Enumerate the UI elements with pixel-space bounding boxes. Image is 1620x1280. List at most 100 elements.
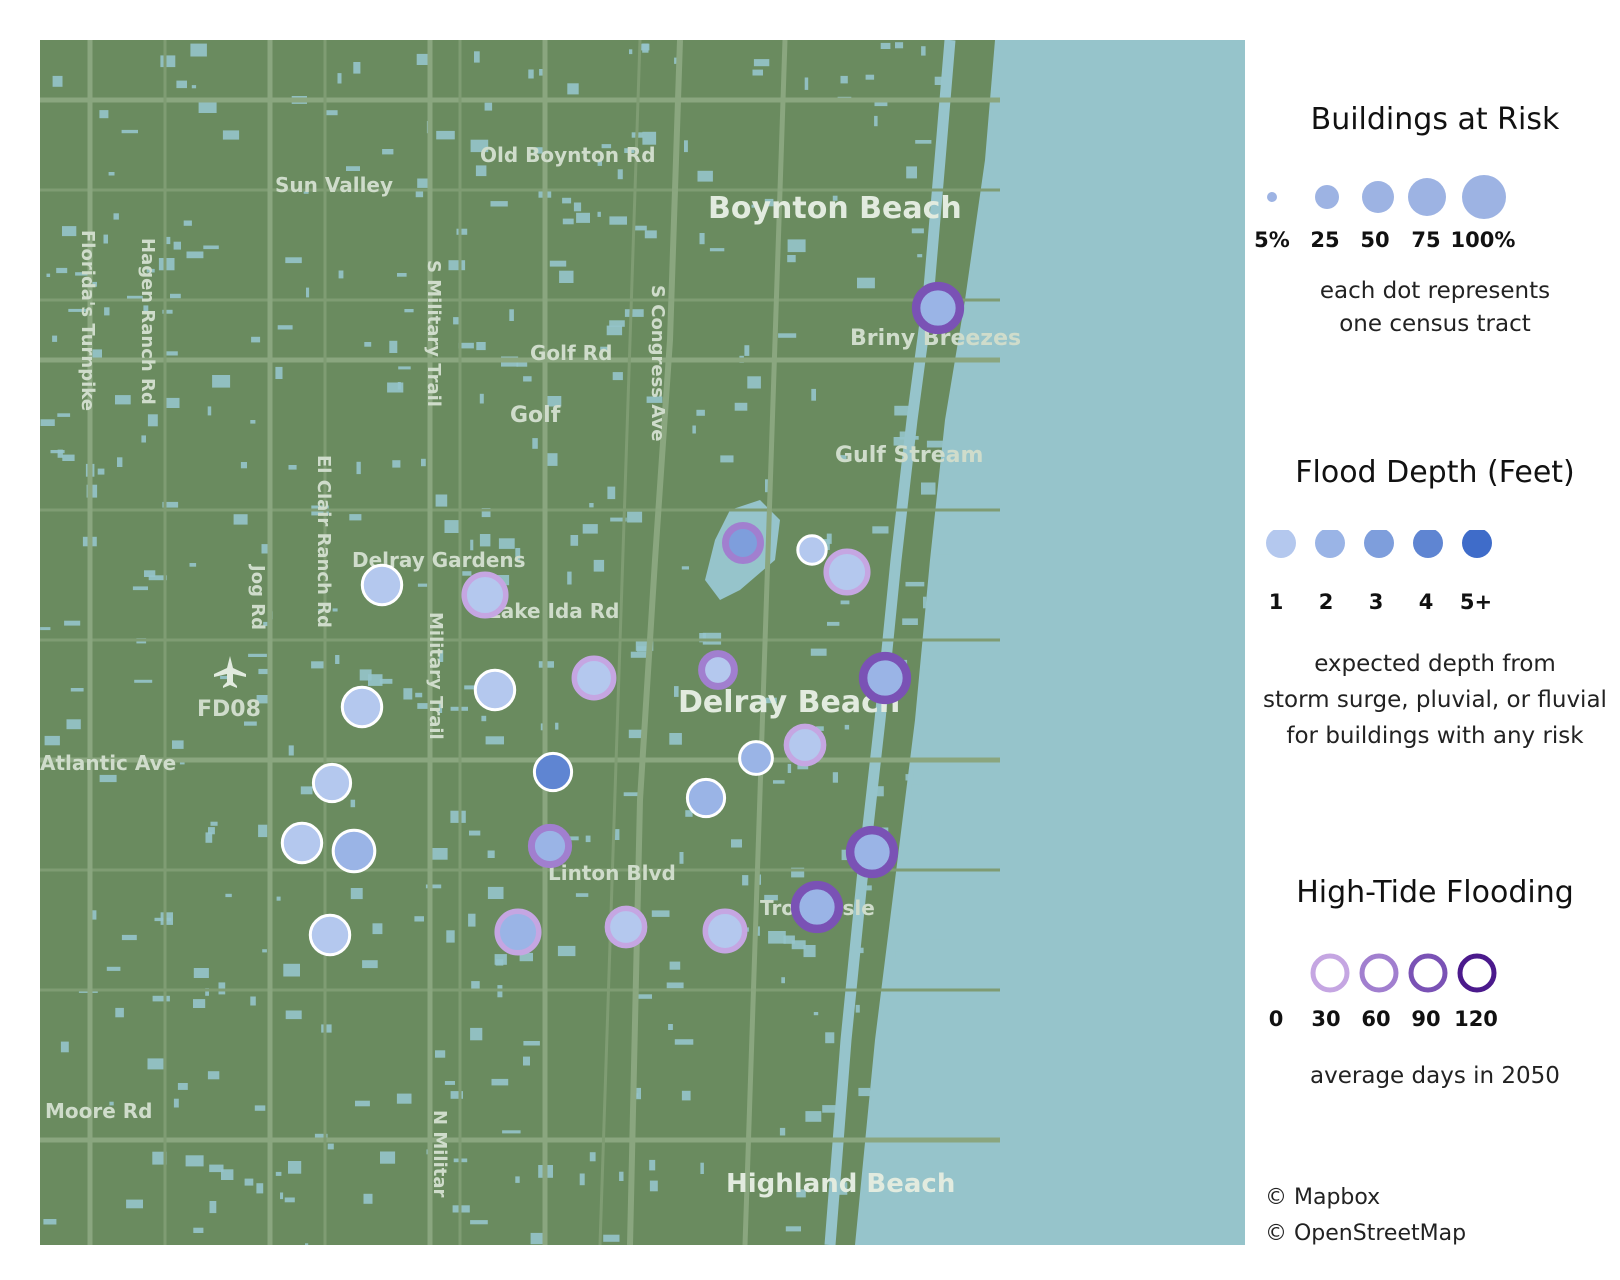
water-body	[275, 366, 283, 379]
census-tract-marker[interactable]	[702, 908, 748, 954]
map-label-road: Hagen Ranch Rd	[137, 238, 158, 405]
census-tract-marker[interactable]	[738, 740, 774, 776]
water-body	[338, 270, 344, 279]
water-body	[855, 1004, 860, 1013]
water-body	[66, 719, 81, 730]
water-body	[912, 1069, 916, 1082]
water-body	[559, 270, 574, 283]
water-body	[562, 218, 574, 225]
water-body	[288, 465, 297, 470]
census-tract-marker[interactable]	[796, 534, 828, 566]
tide-legend-ring	[1359, 953, 1399, 993]
water-body	[132, 586, 148, 591]
census-tract-marker[interactable]	[698, 650, 738, 690]
water-body	[40, 627, 51, 631]
water-body	[567, 571, 572, 585]
water-body	[414, 916, 424, 922]
water-body	[147, 414, 158, 427]
census-tract-marker[interactable]	[858, 651, 912, 705]
water-body	[185, 1155, 204, 1167]
map-label-place: Gulf Stream	[835, 443, 983, 468]
water-body	[832, 772, 838, 783]
water-body	[778, 333, 797, 338]
depth-legend-label-5plus: 5+	[1459, 590, 1493, 614]
water-body	[576, 212, 590, 223]
water-body	[684, 140, 688, 153]
risk-legend-dot	[1408, 178, 1446, 216]
water-body	[173, 241, 181, 250]
water-body	[190, 43, 207, 57]
census-tract-marker[interactable]	[527, 823, 573, 869]
water-body	[734, 402, 748, 411]
water-body	[327, 1143, 334, 1150]
census-tract-marker[interactable]	[473, 668, 517, 712]
water-body	[921, 814, 932, 822]
census-tract-marker[interactable]	[783, 723, 827, 767]
water-body	[479, 393, 484, 404]
census-tract-marker[interactable]	[532, 751, 574, 793]
water-body	[306, 287, 310, 298]
water-body	[276, 896, 281, 901]
mapbox-credit[interactable]: © Mapbox	[1265, 1180, 1466, 1216]
census-tract-marker[interactable]	[722, 522, 764, 564]
census-tract-marker[interactable]	[685, 777, 727, 819]
water-body	[62, 226, 77, 237]
water-body	[389, 340, 398, 353]
water-body	[575, 893, 589, 897]
water-body	[597, 211, 601, 217]
census-tract-marker[interactable]	[571, 655, 617, 701]
water-body	[585, 835, 591, 843]
census-tract-marker[interactable]	[790, 880, 844, 934]
water-body	[207, 1071, 220, 1080]
depth-legend-dot	[1462, 530, 1492, 558]
water-body	[203, 245, 219, 250]
water-body	[840, 600, 850, 605]
census-tract-marker[interactable]	[604, 905, 648, 949]
water-body	[285, 257, 302, 264]
water-body	[528, 69, 534, 79]
water-body	[62, 454, 75, 461]
census-tract-marker[interactable]	[911, 281, 965, 335]
map-label-road: Linton Blvd	[548, 861, 676, 885]
water-body	[305, 1243, 309, 1245]
census-tract-marker[interactable]	[280, 821, 324, 865]
water-body	[106, 966, 121, 971]
water-body	[40, 419, 55, 426]
water-body	[368, 674, 383, 686]
water-body	[356, 461, 361, 475]
census-tract-marker[interactable]	[845, 825, 899, 879]
water-body	[141, 435, 146, 443]
water-body	[363, 1193, 373, 1204]
osm-credit[interactable]: © OpenStreetMap	[1265, 1216, 1466, 1252]
census-tract-marker[interactable]	[823, 548, 871, 596]
water-body	[57, 413, 71, 417]
census-tract-marker[interactable]	[494, 908, 542, 956]
census-tract-marker[interactable]	[311, 762, 353, 804]
census-tract-marker[interactable]	[331, 828, 377, 874]
water-body	[485, 736, 504, 745]
water-body	[186, 251, 204, 259]
water-body	[555, 722, 559, 730]
water-body	[258, 824, 268, 838]
water-body	[681, 1090, 691, 1101]
water-body	[895, 42, 904, 49]
census-tract-marker[interactable]	[340, 685, 384, 729]
water-body	[470, 1220, 488, 1225]
census-tract-marker[interactable]	[360, 563, 404, 607]
water-body	[567, 83, 579, 95]
water-body	[355, 1100, 370, 1107]
census-tract-marker[interactable]	[308, 913, 352, 957]
census-tract-marker[interactable]	[461, 571, 509, 619]
map[interactable]: Old Boynton Rd Sun Valley Boynton Beach Bri…	[40, 40, 1245, 1245]
water-body	[403, 688, 413, 700]
water-body	[262, 949, 267, 953]
water-body	[126, 1199, 143, 1209]
water-body	[791, 940, 806, 950]
water-body	[44, 735, 60, 746]
map-canvas[interactable]: Old Boynton RdSun ValleyBoynton BeachBri…	[40, 40, 1245, 1245]
water-body	[46, 273, 51, 277]
water-body	[579, 1173, 585, 1186]
water-body	[207, 406, 212, 416]
water-body	[103, 234, 108, 244]
water-body	[288, 1161, 302, 1174]
